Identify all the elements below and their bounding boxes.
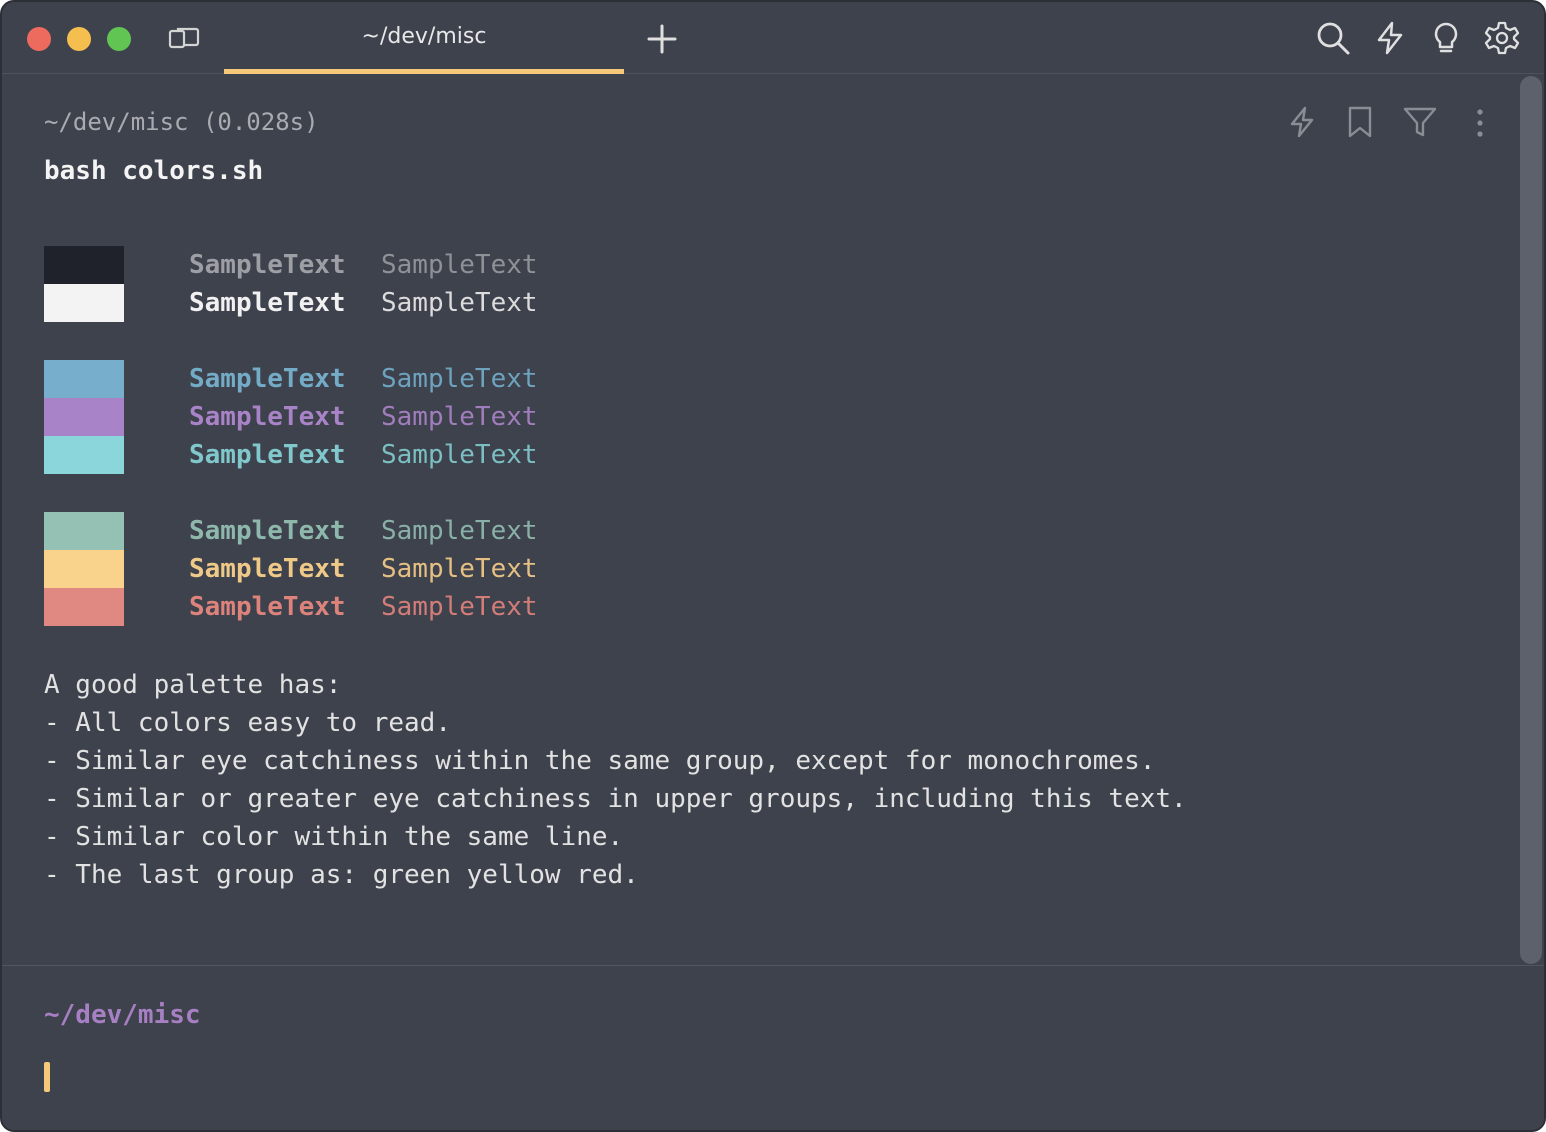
color-swatch <box>44 246 124 284</box>
sample-text-normal: SampleText <box>381 288 538 318</box>
color-swatch <box>44 588 124 626</box>
sample-text-normal: SampleText <box>381 402 538 432</box>
sample-text-normal: SampleText <box>381 592 538 622</box>
prompt-path: ~/dev/misc <box>44 1000 201 1030</box>
color-swatch <box>44 550 124 588</box>
sample-text-bold: SampleText <box>189 364 346 394</box>
sample-text-bold: SampleText <box>189 288 346 318</box>
color-swatch <box>44 436 124 474</box>
color-swatch <box>44 398 124 436</box>
color-swatch <box>44 284 124 322</box>
title-bar: ~/dev/misc <box>2 2 1544 74</box>
maximize-window-button[interactable] <box>107 27 131 51</box>
block-bolt-icon[interactable] <box>1284 104 1320 140</box>
sample-text-normal: SampleText <box>381 440 538 470</box>
sample-text-normal: SampleText <box>381 554 538 584</box>
color-swatch <box>44 360 124 398</box>
note-line: - The last group as: green yellow red. <box>44 860 639 890</box>
note-line: - Similar eye catchiness within the same… <box>44 746 1156 776</box>
scrollbar[interactable] <box>1520 76 1542 964</box>
note-line: A good palette has: <box>44 670 342 700</box>
sample-text-bold: SampleText <box>189 554 346 584</box>
panes-icon[interactable] <box>168 26 200 50</box>
note-line: - Similar color within the same line. <box>44 822 624 852</box>
bolt-icon[interactable] <box>1372 20 1408 56</box>
sample-text-bold: SampleText <box>189 402 346 432</box>
block-header: ~/dev/misc (0.028s) <box>44 108 319 136</box>
sample-text-bold: SampleText <box>189 250 346 280</box>
input-prompt[interactable]: ~/dev/misc <box>2 966 1544 1130</box>
bookmark-icon[interactable] <box>1342 104 1378 140</box>
command-block[interactable]: ~/dev/misc (0.028s) bash colors.sh Sampl… <box>2 74 1544 966</box>
minimize-window-button[interactable] <box>67 27 91 51</box>
color-swatch <box>44 512 124 550</box>
block-command: bash colors.sh <box>44 156 264 186</box>
sample-text-normal: SampleText <box>381 364 538 394</box>
close-window-button[interactable] <box>27 27 51 51</box>
note-line: - All colors easy to read. <box>44 708 451 738</box>
text-cursor[interactable] <box>44 1062 50 1092</box>
sample-text-normal: SampleText <box>381 250 538 280</box>
sample-text-normal: SampleText <box>381 516 538 546</box>
more-vertical-icon[interactable] <box>1462 104 1498 140</box>
search-icon[interactable] <box>1315 20 1351 56</box>
sample-text-bold: SampleText <box>189 592 346 622</box>
terminal-window: ~/dev/misc ~/dev/misc (0.028s) bash colo… <box>0 0 1546 1132</box>
tab-label: ~/dev/misc <box>361 24 487 49</box>
gear-icon[interactable] <box>1484 20 1520 56</box>
new-tab-button[interactable] <box>646 23 678 55</box>
lightbulb-icon[interactable] <box>1428 20 1464 56</box>
filter-icon[interactable] <box>1402 104 1438 140</box>
sample-text-bold: SampleText <box>189 440 346 470</box>
note-line: - Similar or greater eye catchiness in u… <box>44 784 1187 814</box>
tab-current[interactable]: ~/dev/misc <box>224 2 624 74</box>
sample-text-bold: SampleText <box>189 516 346 546</box>
